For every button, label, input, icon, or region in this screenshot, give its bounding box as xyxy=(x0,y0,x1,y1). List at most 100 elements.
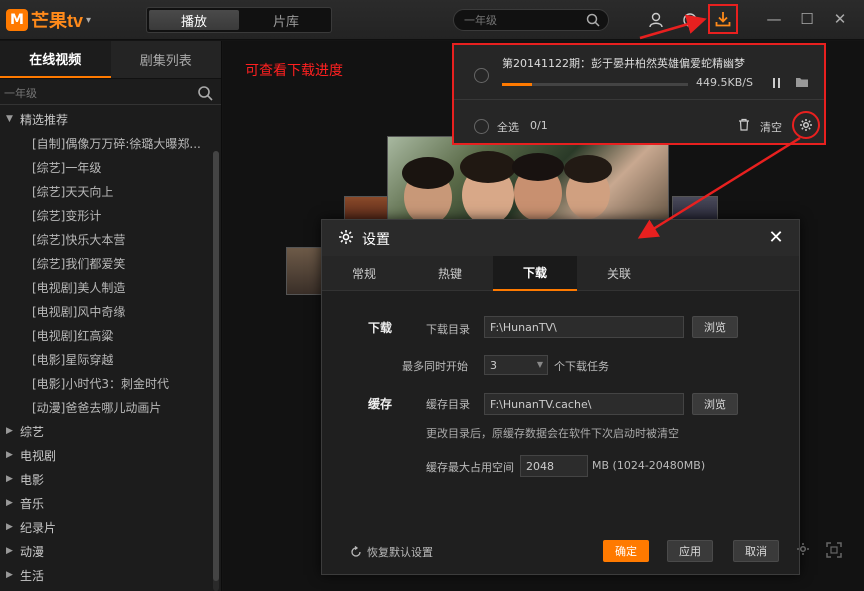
top-search xyxy=(453,9,609,31)
list-item[interactable]: [综艺]我们都爱笑 xyxy=(0,251,212,275)
tree-category[interactable]: ▶ 动漫 xyxy=(0,539,212,563)
poster-image[interactable] xyxy=(387,136,669,225)
chevron-right-icon: ▶ xyxy=(6,498,13,508)
settings-tabs: 常规 热键 下载 关联 xyxy=(322,256,799,291)
tree-category-label: 生活 xyxy=(20,568,45,583)
tree-category-label: 动漫 xyxy=(20,544,45,559)
logo-text: 芒果tv xyxy=(31,11,84,31)
user-icon[interactable] xyxy=(646,10,666,30)
ok-button[interactable]: 确定 xyxy=(603,540,649,562)
dialog-title: 设置 xyxy=(362,232,390,248)
scrollbar-thumb[interactable] xyxy=(213,151,219,581)
history-icon[interactable] xyxy=(680,10,700,30)
close-icon[interactable]: ✕ xyxy=(766,226,786,248)
list-item[interactable]: [综艺]快乐大本营 xyxy=(0,227,212,251)
browse-download-button[interactable]: 浏览 xyxy=(692,316,738,338)
main-tabs: 播放 片库 xyxy=(146,7,332,33)
list-item[interactable]: [电视剧]风中奇缘 xyxy=(0,299,212,323)
chevron-down-icon: ▼ xyxy=(6,114,13,124)
download-dir-label: 下载目录 xyxy=(426,323,470,336)
tab-hotkeys[interactable]: 热键 xyxy=(408,256,492,291)
tab-general[interactable]: 常规 xyxy=(322,256,406,291)
list-item[interactable]: [电影]小时代3：刺金时代 xyxy=(0,371,212,395)
chevron-right-icon: ▶ xyxy=(6,570,13,580)
close-window-button[interactable]: ✕ xyxy=(832,10,848,28)
tab-association[interactable]: 关联 xyxy=(577,256,661,291)
select-all-checkbox[interactable] xyxy=(474,119,489,134)
section-download: 下载 xyxy=(368,321,393,335)
poster-thumbnail[interactable] xyxy=(672,196,718,220)
sidebar-search-input[interactable] xyxy=(0,83,180,103)
apply-button[interactable]: 应用 xyxy=(667,540,713,562)
download-button[interactable] xyxy=(708,4,738,34)
sidebar-scrollbar[interactable] xyxy=(213,151,219,591)
sidebar-tabs: 在线视频 剧集列表 xyxy=(0,41,221,79)
search-icon[interactable] xyxy=(586,13,600,30)
download-task-row[interactable]: 第20141122期：彭于晏井柏然英雄偏爱蛇精幽梦 449.5KB/S xyxy=(454,45,824,100)
trash-icon[interactable] xyxy=(738,118,750,134)
download-settings-button[interactable] xyxy=(792,111,820,139)
list-item[interactable]: [综艺]变形计 xyxy=(0,203,212,227)
fullscreen-icon[interactable] xyxy=(826,542,842,561)
list-item[interactable]: [电影]星际穿越 xyxy=(0,347,212,371)
logo[interactable]: M 芒果tv ▾ xyxy=(6,8,91,32)
dialog-header: 设置 ✕ xyxy=(322,220,799,256)
chevron-right-icon: ▶ xyxy=(6,426,13,436)
restore-label: 恢复默认设置 xyxy=(367,546,433,559)
tab-play[interactable]: 播放 xyxy=(149,10,239,30)
settings-icon[interactable] xyxy=(796,542,810,559)
sidebar: 在线视频 剧集列表 ▼ 精选推荐 [自制]偶像万万碎:徐璐大曝郑... [综艺]一… xyxy=(0,41,222,591)
refresh-icon xyxy=(351,546,361,557)
tree-category[interactable]: ▶ 音乐 xyxy=(0,491,212,515)
browse-cache-button[interactable]: 浏览 xyxy=(692,393,738,415)
tab-episode-list[interactable]: 剧集列表 xyxy=(110,41,221,78)
tree-category-label: 精选推荐 xyxy=(20,112,69,127)
cancel-button[interactable]: 取消 xyxy=(733,540,779,562)
tree-category-featured[interactable]: ▼ 精选推荐 xyxy=(0,107,212,131)
top-search-input[interactable] xyxy=(454,10,574,30)
maximize-button[interactable]: ☐ xyxy=(799,10,815,28)
task-checkbox[interactable] xyxy=(474,68,489,83)
chevron-down-icon: ▼ xyxy=(536,360,543,369)
cache-dir-input[interactable] xyxy=(484,393,684,415)
poster-thumbnail[interactable] xyxy=(344,196,390,220)
tree-category[interactable]: ▶ 电视剧 xyxy=(0,443,212,467)
download-dir-input[interactable] xyxy=(484,316,684,338)
tree-category[interactable]: ▶ 生活 xyxy=(0,563,212,587)
list-item[interactable]: [电视剧]美人制造 xyxy=(0,275,212,299)
list-item[interactable]: [动漫]爸爸去哪儿动画片 xyxy=(0,395,212,419)
tree-category-label: 纪录片 xyxy=(20,520,57,535)
max-tasks-value: 3 xyxy=(490,358,497,372)
cache-max-input[interactable] xyxy=(520,455,588,477)
tree-category[interactable]: ▶ 电影 xyxy=(0,467,212,491)
top-bar: M 芒果tv ▾ 播放 片库 — ☐ ✕ xyxy=(0,0,864,40)
minimize-button[interactable]: — xyxy=(766,10,782,28)
annotation-text: 可查看下载进度 xyxy=(245,63,343,79)
max-tasks-suffix: 个下载任务 xyxy=(554,360,609,373)
list-item[interactable]: [自制]偶像万万碎:徐璐大曝郑... xyxy=(0,131,212,155)
poster-thumbnail[interactable] xyxy=(286,247,326,295)
tree-category[interactable]: ▶ 综艺 xyxy=(0,419,212,443)
gear-icon xyxy=(338,229,354,248)
clear-button[interactable]: 清空 xyxy=(760,119,782,135)
list-item[interactable]: [电视剧]红高粱 xyxy=(0,323,212,347)
pause-icon[interactable] xyxy=(772,77,782,92)
folder-icon[interactable] xyxy=(795,76,809,91)
chevron-right-icon: ▶ xyxy=(6,474,13,484)
logo-caret-icon[interactable]: ▾ xyxy=(86,15,91,26)
list-item[interactable]: [综艺]一年级 xyxy=(0,155,212,179)
chevron-right-icon: ▶ xyxy=(6,450,13,460)
select-all-label[interactable]: 全选 xyxy=(497,119,519,135)
task-title: 第20141122期：彭于晏井柏然英雄偏爱蛇精幽梦 xyxy=(502,57,745,70)
download-speed: 449.5KB/S xyxy=(696,76,753,89)
list-item[interactable]: [综艺]天天向上 xyxy=(0,179,212,203)
restore-defaults-button[interactable]: 恢复默认设置 xyxy=(350,544,433,560)
search-icon[interactable] xyxy=(197,85,213,104)
tab-library[interactable]: 片库 xyxy=(241,8,331,32)
max-tasks-select[interactable]: 3 ▼ xyxy=(484,355,548,375)
tab-download[interactable]: 下载 xyxy=(493,256,577,291)
tree-category-label: 电影 xyxy=(20,472,45,487)
tab-online-video[interactable]: 在线视频 xyxy=(0,41,111,78)
logo-badge: M xyxy=(6,9,28,31)
tree-category[interactable]: ▶ 纪录片 xyxy=(0,515,212,539)
